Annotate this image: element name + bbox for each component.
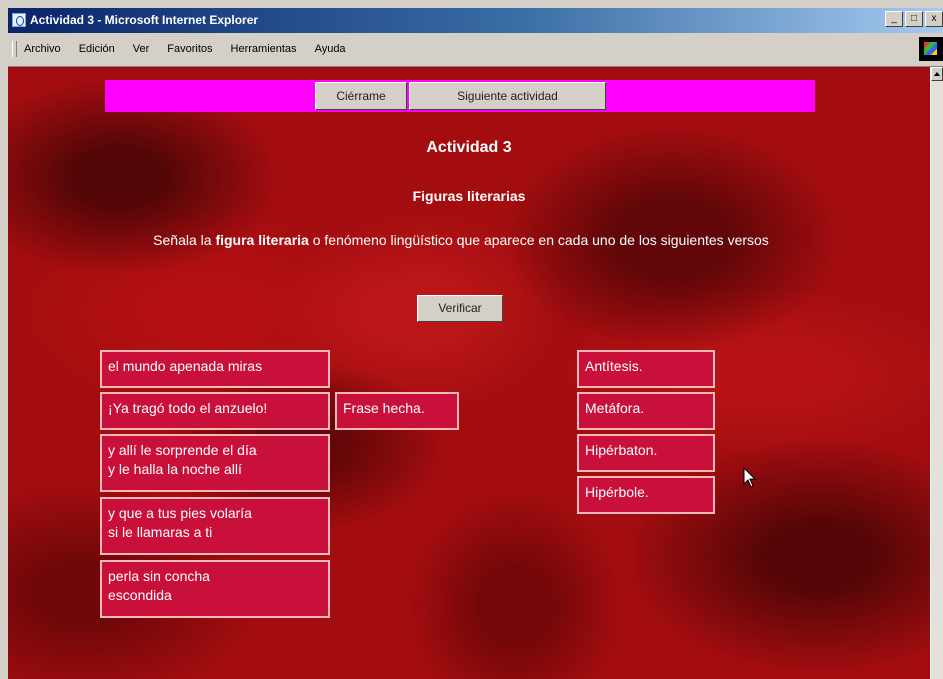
next-activity-button[interactable]: Siguiente actividad xyxy=(409,82,606,110)
window-titlebar[interactable]: Actividad 3 - Microsoft Internet Explore… xyxy=(8,8,943,33)
mouse-pointer-icon xyxy=(743,467,757,488)
page-viewport: Ciérrame Siguiente actividad Actividad 3… xyxy=(8,67,930,679)
scroll-up-arrow-icon[interactable] xyxy=(931,67,943,81)
activity-nav-bar: Ciérrame Siguiente actividad xyxy=(105,80,815,112)
verse-card[interactable]: ¡Ya tragó todo el anzuelo! xyxy=(100,392,330,430)
menu-ayuda[interactable]: Ayuda xyxy=(315,43,346,55)
verse-line: y le halla la noche allí xyxy=(108,461,242,477)
verify-button[interactable]: Verificar xyxy=(417,295,503,322)
close-button[interactable]: x xyxy=(925,11,943,27)
menu-bar: Archivo Edición Ver Favoritos Herramient… xyxy=(8,33,943,67)
verse-line: y que a tus pies volaría xyxy=(108,505,252,521)
verse-card[interactable]: perla sin concha escondida xyxy=(100,560,330,618)
verse-line: escondida xyxy=(108,587,172,603)
verse-card[interactable]: y que a tus pies volaría si le llamaras … xyxy=(100,497,330,555)
answer-card[interactable]: Hipérbaton. xyxy=(577,434,715,472)
instructions-text: Señala la figura literaria o fenómeno li… xyxy=(116,231,806,250)
page-subtitle: Figuras literarias xyxy=(412,188,526,204)
verse-card[interactable]: el mundo apenada miras xyxy=(100,350,330,388)
minimize-button[interactable]: _ xyxy=(885,11,903,27)
answer-card[interactable]: Hipérbole. xyxy=(577,476,715,514)
page-title: Actividad 3 xyxy=(426,139,512,156)
answer-label: Hipérbole. xyxy=(585,484,649,500)
answer-label: Antítesis. xyxy=(585,358,643,374)
verse-line: y allí le sorprende el día xyxy=(108,442,257,458)
instructions-before: Señala la xyxy=(153,232,216,248)
answer-label: Frase hecha. xyxy=(343,400,425,416)
maximize-button[interactable]: □ xyxy=(905,11,923,27)
verse-card[interactable]: y allí le sorprende el día y le halla la… xyxy=(100,434,330,492)
instructions-bold: figura literaria xyxy=(215,232,309,248)
verse-line: si le llamaras a ti xyxy=(108,524,213,540)
menu-favoritos[interactable]: Favoritos xyxy=(167,43,212,55)
windows-logo-icon xyxy=(919,37,943,61)
verse-line: ¡Ya tragó todo el anzuelo! xyxy=(108,400,268,416)
verse-line: el mundo apenada miras xyxy=(108,358,263,374)
menu-ver[interactable]: Ver xyxy=(133,43,150,55)
answer-card[interactable]: Metáfora. xyxy=(577,392,715,430)
answer-label: Metáfora. xyxy=(585,400,645,416)
internet-explorer-icon xyxy=(12,13,26,27)
window-controls: _ □ x xyxy=(885,11,943,27)
menu-items: Archivo Edición Ver Favoritos Herramient… xyxy=(24,43,346,55)
answer-card[interactable]: Antítesis. xyxy=(577,350,715,388)
window-title: Actividad 3 - Microsoft Internet Explore… xyxy=(30,13,259,27)
answer-label: Hipérbaton. xyxy=(585,442,658,458)
vertical-scrollbar[interactable] xyxy=(930,67,943,679)
menu-herramientas[interactable]: Herramientas xyxy=(231,43,297,55)
toolbar-grip[interactable] xyxy=(12,41,17,57)
menu-edicion[interactable]: Edición xyxy=(79,43,115,55)
menu-archivo[interactable]: Archivo xyxy=(24,43,61,55)
instructions-after: o fenómeno lingüístico que aparece en ca… xyxy=(308,232,769,248)
verse-line: perla sin concha xyxy=(108,568,210,584)
placed-answer-card[interactable]: Frase hecha. xyxy=(335,392,459,430)
close-activity-button[interactable]: Ciérrame xyxy=(315,82,407,110)
